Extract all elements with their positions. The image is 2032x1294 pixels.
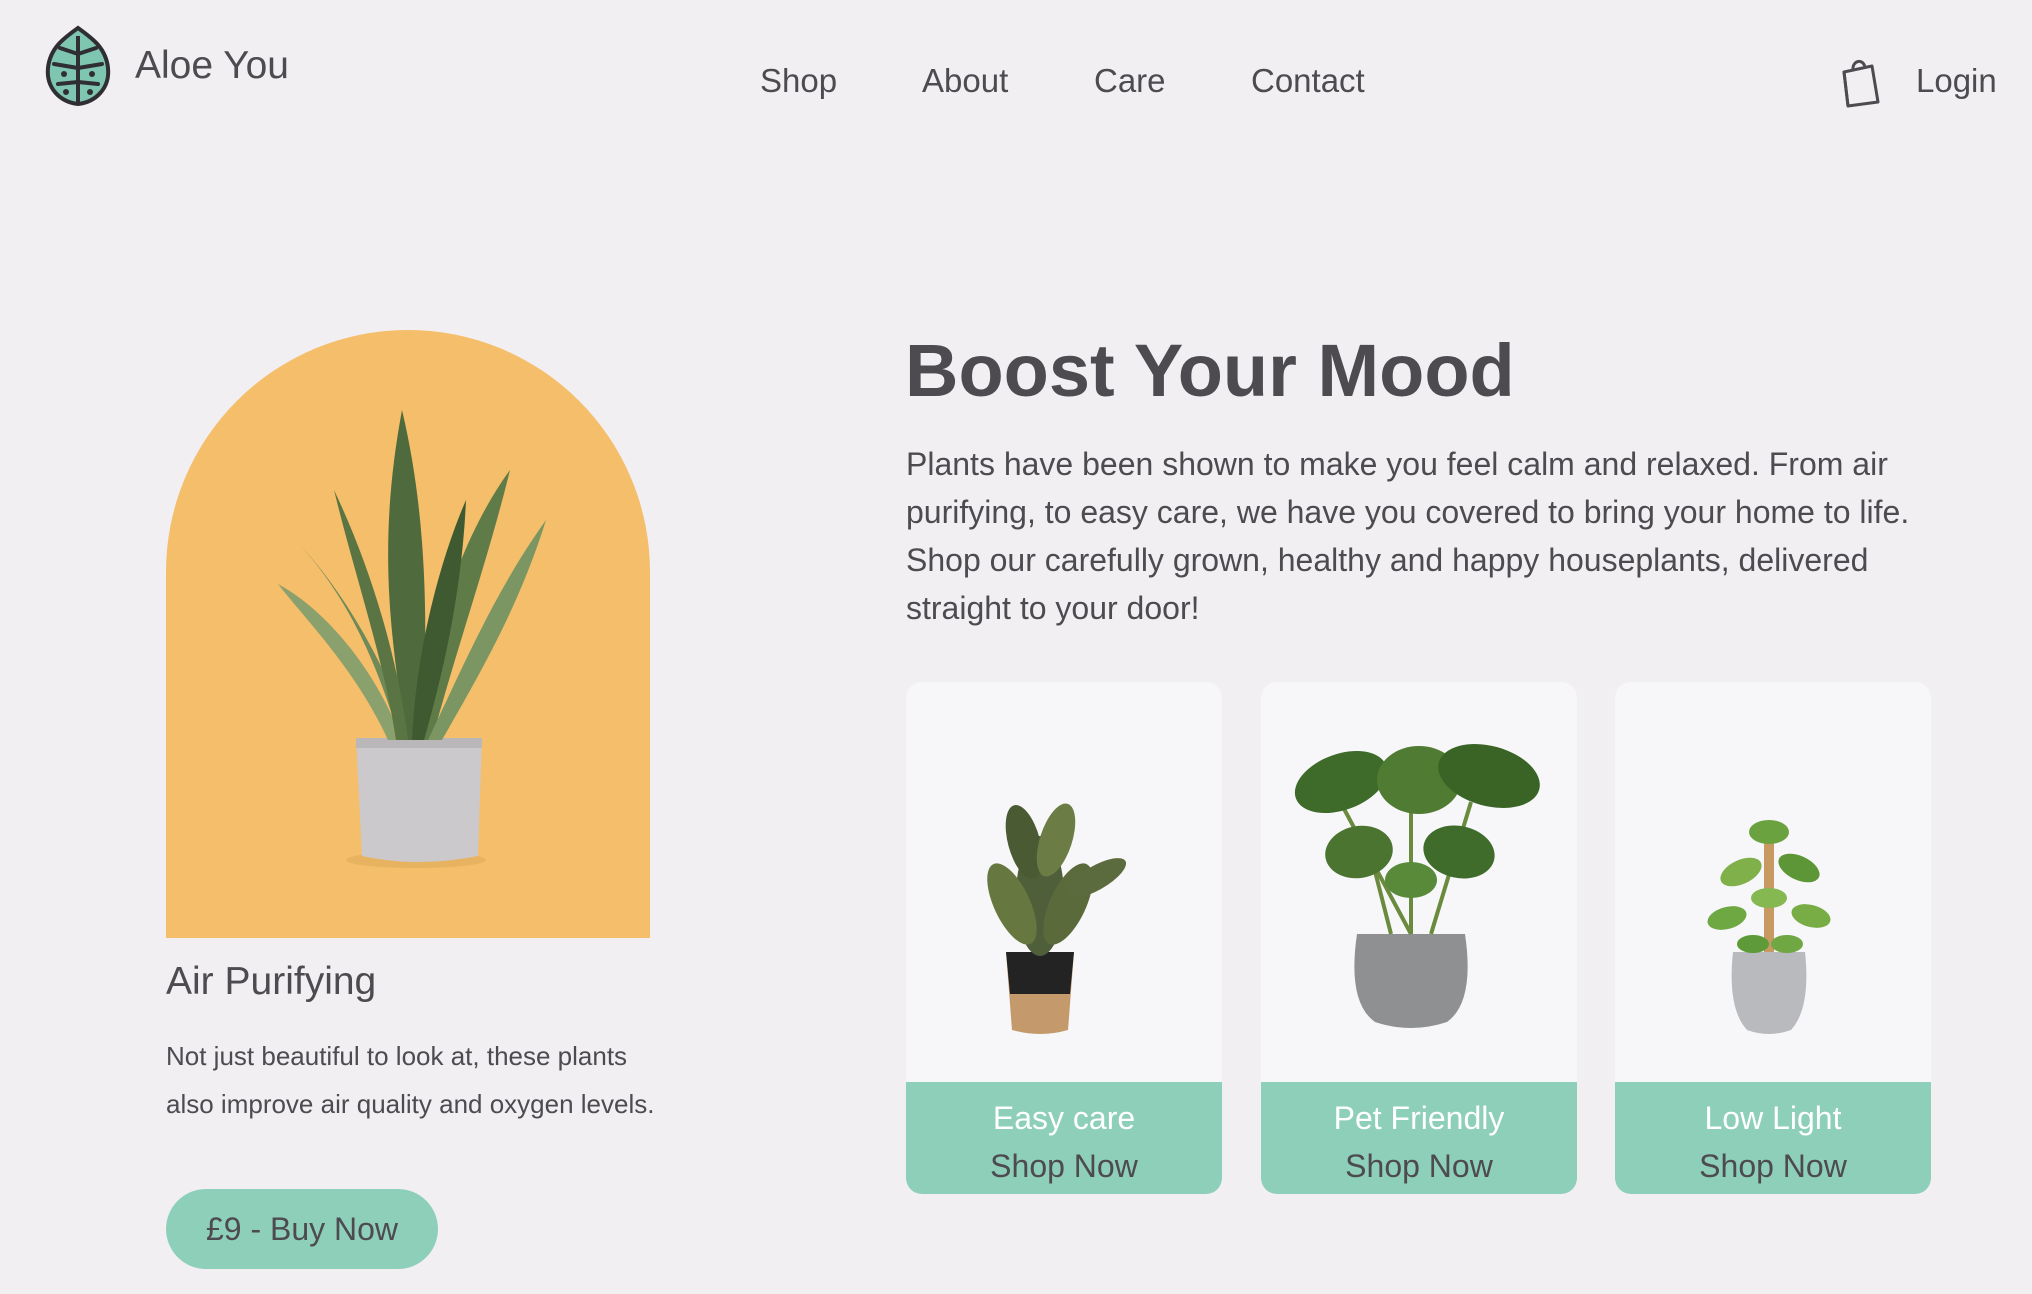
login-link[interactable]: Login [1916,62,1997,100]
shop-now-link[interactable]: Shop Now [1615,1142,1931,1190]
shopping-bag-icon[interactable] [1838,56,1884,108]
card-footer: Low Light Shop Now [1615,1082,1931,1194]
feature-description: Not just beautiful to look at, these pla… [166,1041,655,1119]
shop-now-link[interactable]: Shop Now [906,1142,1222,1190]
monstera-plant-image [1294,744,1540,1028]
nav-contact[interactable]: Contact [1251,62,1365,100]
feature-image-panel [166,330,650,938]
nav-care[interactable]: Care [1094,62,1166,100]
shop-now-link[interactable]: Shop Now [1261,1142,1577,1190]
brand-name: Aloe You [135,44,290,87]
category-card-low-light[interactable]: Low Light Shop Now [1615,682,1931,1194]
category-card-easy-care[interactable]: Easy care Shop Now [906,682,1222,1194]
buy-now-button[interactable]: £9 - Buy Now [166,1189,438,1269]
logo[interactable]: Aloe You [42,24,289,108]
rubber-plant-image [987,803,1127,1034]
monstera-leaf-icon [45,25,111,107]
pothos-plant-image [1707,820,1831,1034]
card-category: Easy care [992,1100,1136,1136]
feature-title: Air Purifying [166,960,377,1003]
card-category: Pet Friendly [1333,1100,1505,1136]
hero-body: Plants have been shown to make you feel … [906,446,1910,626]
hero-title: Boost Your Mood [905,329,1515,412]
nav-shop[interactable]: Shop [760,62,837,100]
card-category: Low Light [1704,1100,1842,1136]
card-footer: Pet Friendly Shop Now [1261,1082,1577,1194]
category-card-pet-friendly[interactable]: Pet Friendly Shop Now [1261,682,1577,1194]
card-footer: Easy care Shop Now [906,1082,1222,1194]
snake-plant-image [278,410,546,868]
nav-about[interactable]: About [922,62,1008,100]
site-header: Aloe You Shop About Care Contact Login [0,0,2032,165]
